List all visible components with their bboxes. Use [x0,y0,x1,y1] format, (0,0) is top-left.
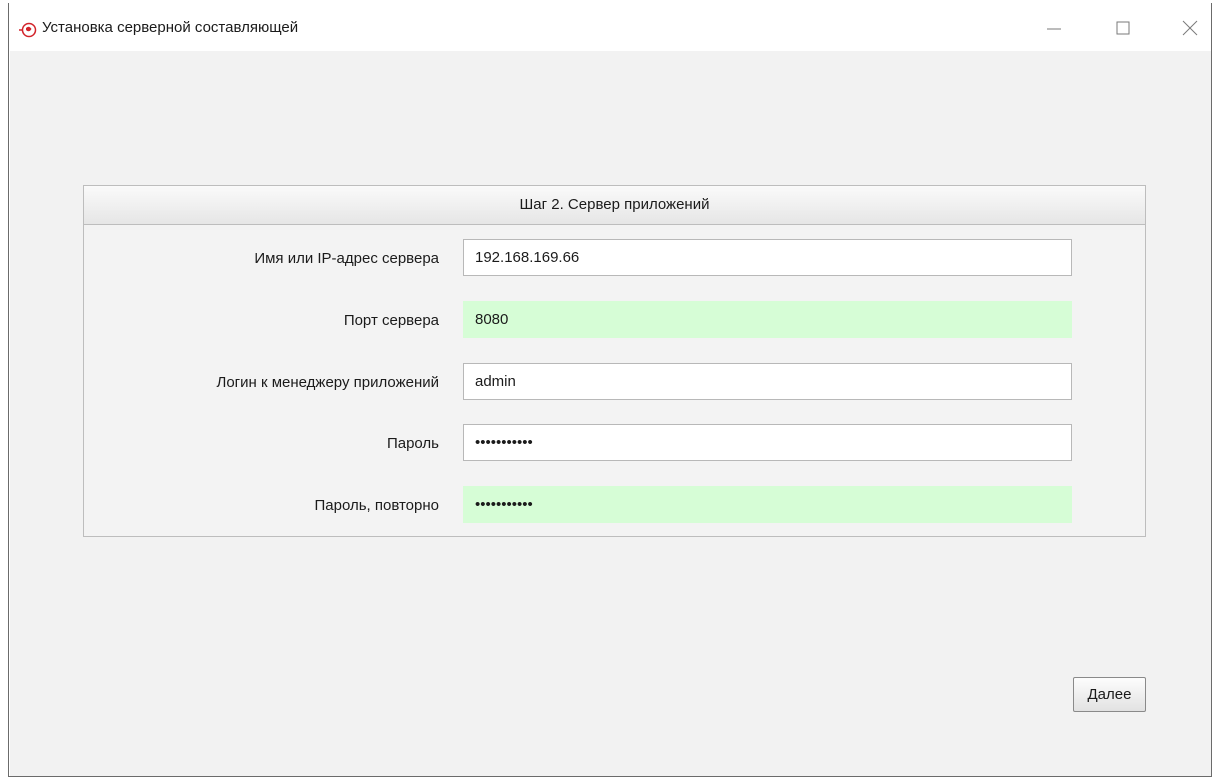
app-logo-icon [19,21,37,39]
server-port-label: Порт сервера [343,312,439,329]
minimize-icon [1047,28,1061,30]
server-address-label: Имя или IP-адрес сервера [254,250,439,267]
field-row-manager-login: Логин к менеджеру приложений [84,363,1145,401]
server-port-input[interactable] [463,301,1072,338]
manager-login-label: Логин к менеджеру приложений [216,374,440,391]
password-label: Пароль [386,435,439,452]
manager-login-input[interactable] [463,363,1072,400]
title-bar[interactable]: Установка серверной составляющей [9,3,1211,51]
password-confirm-input[interactable] [463,486,1072,523]
installer-window: Установка серверной составляющей Шаг 2. … [8,3,1212,777]
window-title: Установка серверной составляющей [42,19,299,36]
field-row-password: Пароль [84,424,1145,462]
password-input[interactable] [463,424,1072,461]
field-row-password-confirm: Пароль, повторно [84,486,1145,524]
server-address-input[interactable] [463,239,1072,276]
step-title: Шаг 2. Сервер приложений [84,186,1145,225]
maximize-button[interactable] [1103,11,1143,45]
step-panel: Шаг 2. Сервер приложений Имя или IP-адре… [83,185,1146,537]
close-button[interactable] [1170,11,1210,45]
field-row-server-address: Имя или IP-адрес сервера [84,239,1145,277]
field-row-server-port: Порт сервера [84,301,1145,339]
close-icon [1182,20,1198,36]
next-button[interactable]: Далее [1073,677,1146,712]
maximize-icon [1116,21,1130,35]
client-area: Шаг 2. Сервер приложений Имя или IP-адре… [10,51,1211,776]
minimize-button[interactable] [1034,11,1074,45]
password-confirm-label: Пароль, повторно [314,497,440,514]
